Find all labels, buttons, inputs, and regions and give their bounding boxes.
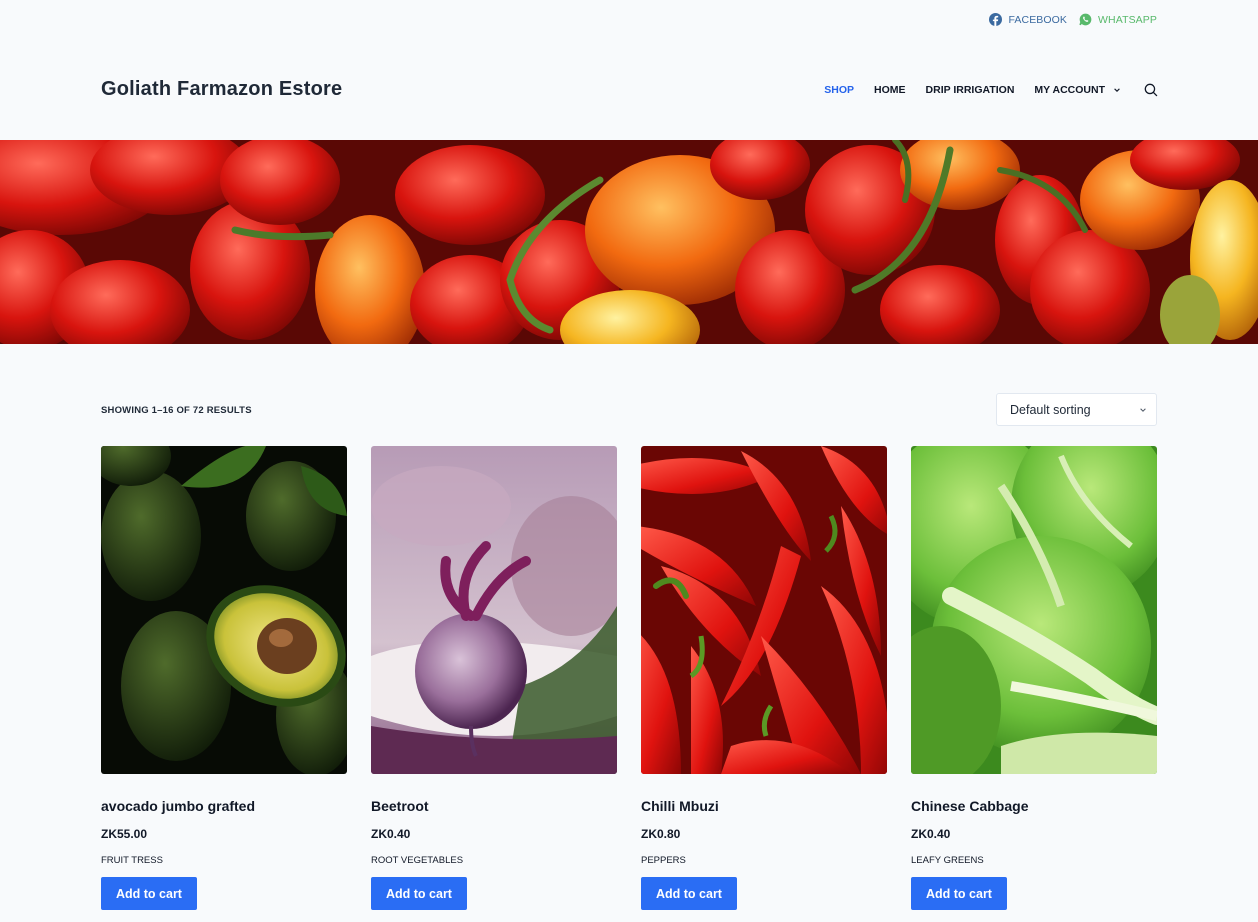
product-name[interactable]: Chinese Cabbage bbox=[911, 798, 1028, 814]
facebook-icon bbox=[989, 13, 1003, 26]
product-image-chinese-cabbage[interactable] bbox=[911, 446, 1157, 774]
chevron-down-icon bbox=[1140, 408, 1146, 412]
product-card: avocado jumbo grafted ZK55.00 FRUIT TRES… bbox=[101, 446, 347, 910]
whatsapp-link[interactable]: WHATSAPP bbox=[1079, 13, 1157, 26]
product-price: ZK0.40 bbox=[911, 827, 951, 841]
sorting-selected-value: Default sorting bbox=[1010, 403, 1091, 417]
product-name[interactable]: avocado jumbo grafted bbox=[101, 798, 255, 814]
nav-item-drip-irrigation[interactable]: DRIP IRRIGATION bbox=[926, 84, 1015, 96]
product-image-beetroot[interactable] bbox=[371, 446, 617, 774]
beetroot-illustration bbox=[371, 446, 617, 774]
site-header: Goliath Farmazon Estore SHOP HOME DRIP I… bbox=[0, 40, 1258, 140]
product-category[interactable]: LEAFY GREENS bbox=[911, 855, 984, 866]
product-category[interactable]: ROOT VEGETABLES bbox=[371, 855, 463, 866]
chevron-down-icon bbox=[1114, 88, 1120, 92]
main-nav: SHOP HOME DRIP IRRIGATION MY ACCOUNT bbox=[824, 84, 1121, 96]
product-card: Chilli Mbuzi ZK0.80 PEPPERS Add to cart bbox=[641, 446, 887, 910]
whatsapp-icon bbox=[1079, 13, 1092, 26]
nav-item-shop[interactable]: SHOP bbox=[824, 84, 854, 96]
facebook-link[interactable]: FACEBOOK bbox=[989, 13, 1067, 26]
sorting-select[interactable]: Default sorting bbox=[996, 393, 1157, 426]
nav-item-my-account-label: MY ACCOUNT bbox=[1034, 84, 1105, 96]
product-card: Beetroot ZK0.40 ROOT VEGETABLES Add to c… bbox=[371, 446, 617, 910]
chilli-illustration bbox=[641, 446, 887, 774]
whatsapp-label: WHATSAPP bbox=[1098, 13, 1157, 26]
nav-item-my-account[interactable]: MY ACCOUNT bbox=[1034, 84, 1121, 96]
facebook-label: FACEBOOK bbox=[1008, 13, 1068, 26]
product-name[interactable]: Chilli Mbuzi bbox=[641, 798, 719, 814]
search-icon[interactable] bbox=[1144, 83, 1158, 97]
add-to-cart-button[interactable]: Add to cart bbox=[371, 877, 467, 910]
product-grid: avocado jumbo grafted ZK55.00 FRUIT TRES… bbox=[101, 446, 1157, 922]
product-image-avocado[interactable] bbox=[101, 446, 347, 774]
hero-banner-image bbox=[0, 140, 1258, 344]
top-bar: FACEBOOK WHATSAPP bbox=[0, 0, 1258, 40]
product-image-chilli[interactable] bbox=[641, 446, 887, 774]
avocado-illustration bbox=[101, 446, 347, 774]
product-category[interactable]: FRUIT TRESS bbox=[101, 855, 163, 866]
product-name[interactable]: Beetroot bbox=[371, 798, 429, 814]
product-price: ZK0.80 bbox=[641, 827, 681, 841]
add-to-cart-button[interactable]: Add to cart bbox=[101, 877, 197, 910]
site-title[interactable]: Goliath Farmazon Estore bbox=[101, 78, 342, 101]
cabbage-illustration bbox=[911, 446, 1157, 774]
result-count: SHOWING 1–16 OF 72 RESULTS bbox=[101, 405, 252, 416]
product-price: ZK0.40 bbox=[371, 827, 411, 841]
nav-item-home[interactable]: HOME bbox=[874, 84, 906, 96]
product-category[interactable]: PEPPERS bbox=[641, 855, 686, 866]
add-to-cart-button[interactable]: Add to cart bbox=[911, 877, 1007, 910]
social-links: FACEBOOK WHATSAPP bbox=[989, 13, 1157, 26]
add-to-cart-button[interactable]: Add to cart bbox=[641, 877, 737, 910]
product-card: Chinese Cabbage ZK0.40 LEAFY GREENS Add … bbox=[911, 446, 1157, 910]
peppers-banner-illustration bbox=[0, 140, 1258, 344]
product-price: ZK55.00 bbox=[101, 827, 148, 841]
